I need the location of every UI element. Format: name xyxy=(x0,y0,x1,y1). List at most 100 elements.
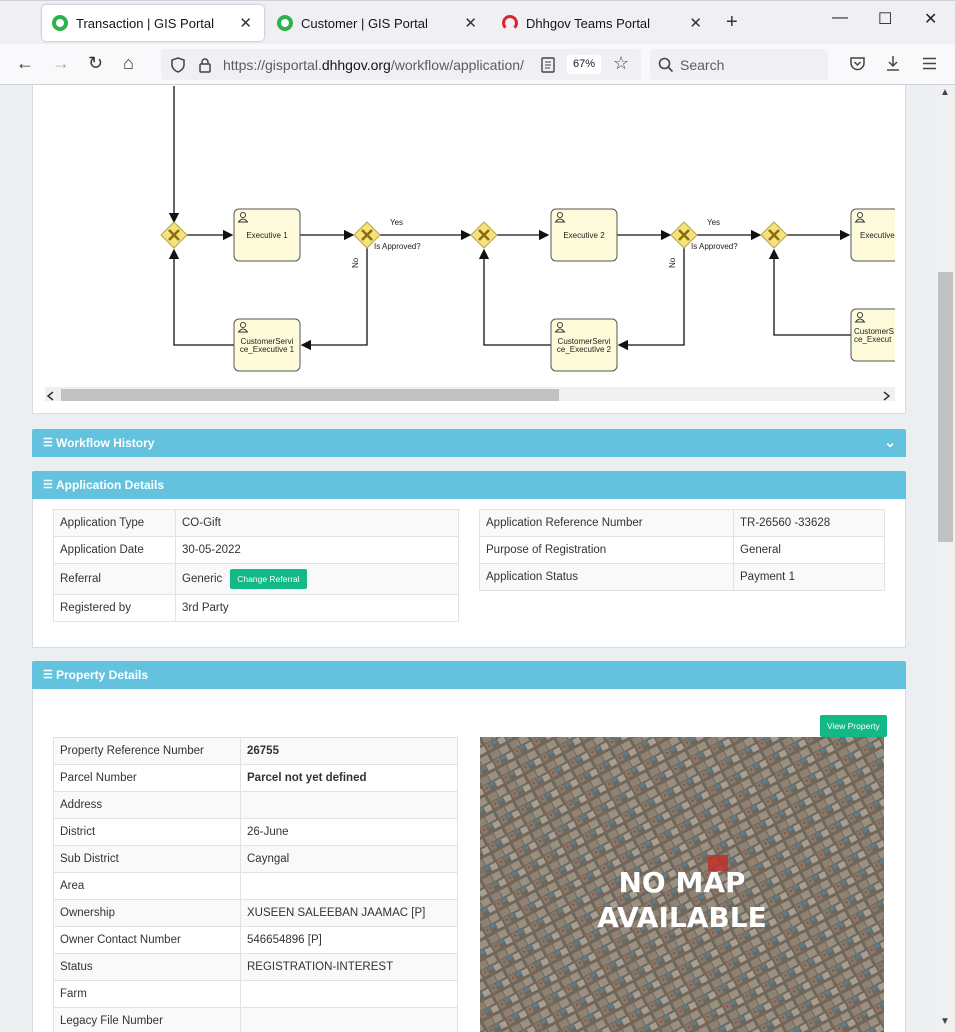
task-label: ce_Executive 2 xyxy=(557,345,612,354)
table-row: Owner Contact Number 546654896 [P] xyxy=(53,926,458,954)
tab-title: Customer | GIS Portal xyxy=(301,15,428,31)
section-title: Workflow History xyxy=(56,436,155,450)
application-details-right-table: Application Reference Number TR-26560 -33… xyxy=(479,509,885,591)
application-details-header[interactable]: ☰ Application Details xyxy=(32,471,906,499)
table-row: Sub District Cayngal xyxy=(53,845,458,873)
back-icon[interactable]: ← xyxy=(16,53,34,74)
no-label: No xyxy=(668,257,677,268)
task-label: ce_Executive 1 xyxy=(240,345,295,354)
lock-icon[interactable] xyxy=(198,57,212,73)
search-icon xyxy=(658,57,674,73)
close-icon[interactable]: ✕ xyxy=(464,14,477,32)
teams-portal-favicon-icon xyxy=(502,15,518,31)
zoom-level[interactable]: 67% xyxy=(567,55,602,74)
field-label: Registered by xyxy=(53,594,176,622)
close-icon[interactable]: ✕ xyxy=(239,14,252,32)
search-placeholder: Search xyxy=(680,57,725,73)
menu-icon[interactable] xyxy=(922,57,937,70)
field-label: Purpose of Registration xyxy=(479,536,734,564)
field-value xyxy=(240,872,458,900)
address-bar[interactable]: https://gisportal.dhhgov.org/workflow/ap… xyxy=(161,49,641,80)
field-value: Generic xyxy=(182,573,223,586)
field-value xyxy=(240,1007,458,1032)
tab-title: Transaction | GIS Portal xyxy=(76,15,215,31)
field-label: Referral xyxy=(53,563,176,595)
new-tab-icon[interactable]: + xyxy=(726,11,738,34)
search-bar[interactable]: Search xyxy=(650,49,828,80)
field-label: Application Date xyxy=(53,536,176,564)
field-value: REGISTRATION-INTEREST xyxy=(240,953,458,981)
bookmark-star-icon[interactable]: ☆ xyxy=(613,53,629,74)
workflow-diagram-panel: Executive 1 Executive 2 Executive Custom… xyxy=(32,85,906,414)
shield-icon[interactable] xyxy=(170,57,186,73)
table-row: Application Reference Number TR-26560 -33… xyxy=(479,509,885,537)
minimize-icon[interactable]: — xyxy=(832,9,848,27)
field-label: Address xyxy=(53,791,241,819)
field-label: Farm xyxy=(53,980,241,1008)
decision-label: Is Approved? xyxy=(374,242,421,251)
page-scroll-thumb[interactable] xyxy=(938,272,953,542)
window-close-icon[interactable]: ✕ xyxy=(924,9,937,29)
field-label: Property Reference Number xyxy=(53,737,241,765)
table-row: Farm xyxy=(53,980,458,1008)
table-row: Property Reference Number 26755 xyxy=(53,737,458,765)
page-content: Executive 1 Executive 2 Executive Custom… xyxy=(0,85,936,1032)
field-value: 26-June xyxy=(240,818,458,846)
change-referral-button[interactable]: Change Referral xyxy=(230,569,307,589)
field-label: Parcel Number xyxy=(53,764,241,792)
workflow-history-header[interactable]: ☰ Workflow History ⌄ xyxy=(32,429,906,457)
field-value xyxy=(240,980,458,1008)
home-icon[interactable]: ⌂ xyxy=(123,53,134,74)
download-icon[interactable] xyxy=(885,55,901,72)
field-value: General xyxy=(733,536,885,564)
gateway-icon xyxy=(159,220,189,250)
field-value: Cayngal xyxy=(240,845,458,873)
task-executive-1[interactable]: Executive 1 xyxy=(233,208,301,262)
tab-customer[interactable]: Customer | GIS Portal ✕ xyxy=(267,5,489,41)
task-label: Executive 1 xyxy=(246,231,288,240)
diagram-scroll-thumb[interactable] xyxy=(61,389,559,401)
field-value: Parcel not yet defined xyxy=(240,764,458,792)
field-value: 30-05-2022 xyxy=(175,536,459,564)
yes-label: Yes xyxy=(390,218,403,227)
tab-teams-portal[interactable]: Dhhgov Teams Portal ✕ xyxy=(492,5,714,41)
view-property-button[interactable]: View Property xyxy=(820,715,887,737)
task-label: ce_Execut xyxy=(854,335,892,344)
reader-view-icon[interactable] xyxy=(541,57,555,73)
section-title: Property Details xyxy=(56,668,149,682)
task-executive-2[interactable]: Executive 2 xyxy=(550,208,618,262)
task-customer-service-executive-1[interactable]: CustomerServi ce_Executive 1 xyxy=(233,318,301,372)
scroll-up-icon[interactable]: ▲ xyxy=(940,87,950,98)
scroll-down-icon[interactable]: ▼ xyxy=(940,1016,950,1027)
tab-transaction[interactable]: Transaction | GIS Portal ✕ xyxy=(42,5,264,41)
list-icon: ☰ xyxy=(43,437,53,449)
tab-strip: Transaction | GIS Portal ✕ Customer | GI… xyxy=(0,0,955,44)
tab-title: Dhhgov Teams Portal xyxy=(526,15,651,31)
gis-portal-favicon-icon xyxy=(277,15,293,31)
task-label: Executive xyxy=(860,231,895,240)
table-row: Referral Generic Change Referral xyxy=(53,563,459,595)
property-details-header[interactable]: ☰ Property Details xyxy=(32,661,906,689)
no-map-line: AVAILABLE xyxy=(597,901,767,934)
maximize-icon[interactable]: ☐ xyxy=(878,9,892,29)
task-customer-service-executive-2[interactable]: CustomerServi ce_Executive 2 xyxy=(550,318,618,372)
field-value: 546654896 [P] xyxy=(240,926,458,954)
chevron-down-icon[interactable]: ⌄ xyxy=(884,428,896,456)
url-text[interactable]: https://gisportal.dhhgov.org/workflow/ap… xyxy=(223,57,533,73)
gis-portal-favicon-icon xyxy=(52,15,68,31)
gateway-icon xyxy=(759,220,789,250)
page-vertical-scrollbar[interactable]: ▲ ▼ xyxy=(936,85,955,1032)
pocket-icon[interactable] xyxy=(849,56,866,72)
table-row: Parcel Number Parcel not yet defined xyxy=(53,764,458,792)
no-label: No xyxy=(351,257,360,268)
forward-icon[interactable]: → xyxy=(52,53,70,74)
reload-icon[interactable]: ↻ xyxy=(88,53,103,74)
no-map-message: NO MAP AVAILABLE xyxy=(480,865,884,935)
close-icon[interactable]: ✕ xyxy=(689,14,702,32)
section-title: Application Details xyxy=(56,478,165,492)
field-label: Status xyxy=(53,953,241,981)
workflow-diagram: Executive 1 Executive 2 Executive Custom… xyxy=(45,86,905,401)
field-label: Application Reference Number xyxy=(479,509,734,537)
list-icon: ☰ xyxy=(43,669,53,681)
field-value: CO-Gift xyxy=(175,509,459,537)
